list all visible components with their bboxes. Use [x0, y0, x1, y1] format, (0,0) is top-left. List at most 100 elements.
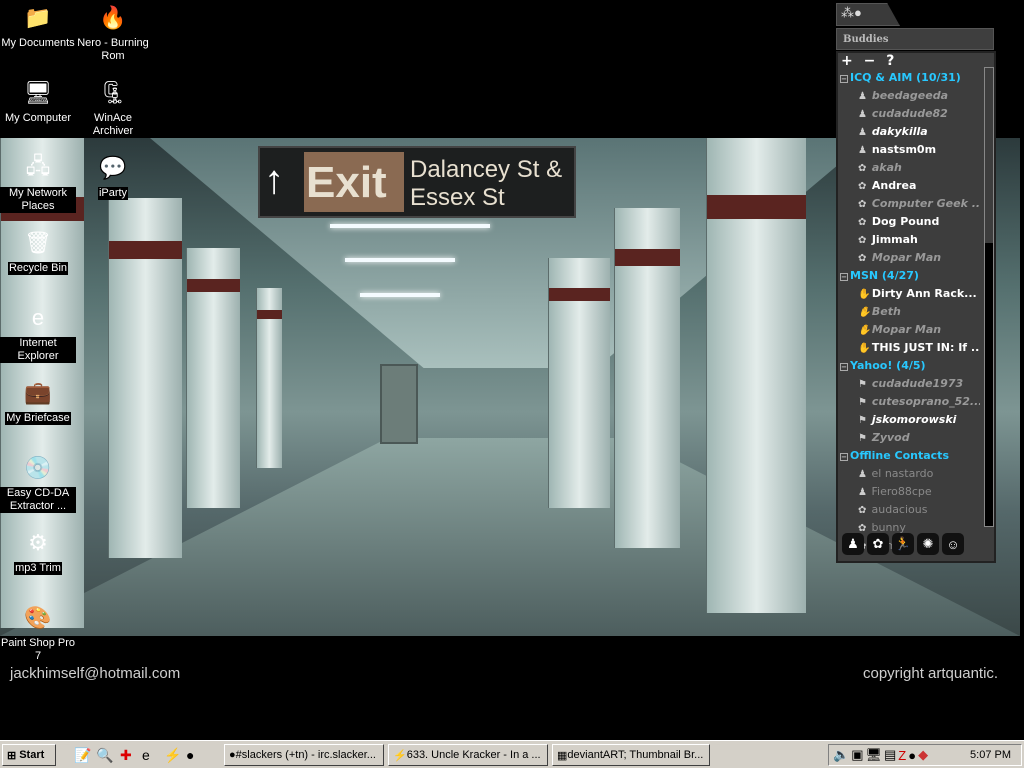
icq-status-icon: ✿ [858, 505, 867, 516]
pillar [256, 288, 282, 468]
buddies-tab[interactable]: Buddies [836, 28, 994, 50]
zonealarm-icon[interactable]: Z [898, 748, 906, 763]
yahoo-status-icon: ⚑ [858, 433, 867, 444]
aim-status-icon: ♟ [858, 127, 867, 138]
buddy-item[interactable]: ⚑ jskomorowski [840, 411, 980, 429]
aim-status-icon: ♟ [858, 487, 867, 498]
buddy-group[interactable]: − Yahoo! (4/5) [840, 357, 980, 375]
task-winamp[interactable]: ⚡ 633. Uncle Kracker - In a ... [388, 744, 548, 766]
scrollbar[interactable] [984, 67, 994, 527]
desktop-icon-nero[interactable]: 🔥 Nero - Burning Rom [75, 2, 151, 63]
wallpaper-copyright: copyright artquantic. [863, 665, 999, 682]
desktop-icon-internet-explorer[interactable]: e Internet Explorer [0, 302, 76, 363]
buddy-item[interactable]: ♟ cudadude82 [840, 105, 980, 123]
trillian-icon[interactable]: ● [186, 747, 194, 763]
buddy-item[interactable]: ⚑ Zyvod [840, 429, 980, 447]
aim-status-icon: ♟ [858, 145, 867, 156]
buddy-group[interactable]: − ICQ & AIM (10/31) [840, 69, 980, 87]
buddy-item[interactable]: ✋ THIS JUST IN: If ... [840, 339, 980, 357]
paint-shop-pro-icon: 🎨 [24, 605, 52, 630]
desktop-icon-paint-shop-pro[interactable]: 🎨 Paint Shop Pro 7 [0, 602, 76, 663]
buddy-group[interactable]: − MSN (4/27) [840, 267, 980, 285]
swiss-knife-icon[interactable]: ✚ [120, 747, 132, 764]
ceiling-light [330, 224, 490, 228]
buddy-item[interactable]: ♟ dakykilla [840, 123, 980, 141]
buddy-item[interactable]: ✿ Computer Geek ... [840, 195, 980, 213]
buddy-item[interactable]: ⚑ cudadude1973 [840, 375, 980, 393]
icq-status-icon: ✿ [858, 181, 867, 192]
buddy-item[interactable]: ♟ nastsm0m [840, 141, 980, 159]
trillian-logo-tab[interactable]: ⁂● [836, 3, 900, 26]
desktop-icon-recycle-bin[interactable]: 🗑 Recycle Bin [0, 227, 76, 275]
buddy-item[interactable]: ✋ Dirty Ann Rack... [840, 285, 980, 303]
buddy-item[interactable]: ✿ Jimmah [840, 231, 980, 249]
collapse-icon[interactable]: − [840, 363, 848, 371]
buddy-item[interactable]: ♟ el nastardo [840, 465, 980, 483]
desktop-icon-winace[interactable]: 🗜 WinAce Archiver [75, 77, 151, 138]
easy-cd-da-icon: 💿 [24, 455, 52, 480]
my-documents-icon: 📁 [24, 5, 52, 30]
windows-logo-icon: ⊞ [7, 749, 17, 762]
scrollbar-thumb[interactable] [985, 68, 993, 243]
winamp-icon: ⚡ [393, 749, 407, 762]
dragon-icon[interactable]: ◆ [918, 747, 928, 763]
desktop-icon-iparty[interactable]: 💬 iParty [75, 152, 151, 200]
buddy-group[interactable]: − Offline Contacts [840, 447, 980, 465]
pillar [548, 258, 610, 508]
my-computer-icon: 🖥 [24, 80, 52, 105]
desktop-icon-my-documents[interactable]: 📁 My Documents [0, 2, 76, 50]
monitor-icon[interactable]: 🖥 [865, 747, 882, 763]
icq-flower-button-icon[interactable]: ✺ [917, 533, 939, 555]
display-icon[interactable]: ▣ [851, 747, 863, 763]
buddy-list: − ICQ & AIM (10/31) ♟ beedageeda ♟ cudadude… [840, 69, 980, 555]
buddy-item[interactable]: ✿ akah [840, 159, 980, 177]
winamp-icon[interactable]: ⚡ [164, 747, 181, 764]
buddy-item[interactable]: ✋ Beth [840, 303, 980, 321]
desktop-icon-network-places[interactable]: 🖧 My Network Places [0, 152, 76, 213]
desktop-icon-easy-cd-da[interactable]: 💿 Easy CD-DA Extractor ... [0, 452, 76, 513]
buddy-item[interactable]: ✿ audacious [840, 501, 980, 519]
desktop-icon-mp3-trim[interactable]: ⚙ mp3 Trim [0, 527, 76, 575]
collapse-icon[interactable]: − [840, 75, 848, 83]
buddy-item[interactable]: ✿ Dog Pound [840, 213, 980, 231]
wallpaper-email: jackhimself@hotmail.com [10, 665, 181, 682]
buddy-item[interactable]: ✋ Mopar Man [840, 321, 980, 339]
scanner-icon[interactable]: ▤ [884, 747, 896, 763]
mp3-trim-icon: ⚙ [28, 530, 48, 555]
yahoo-button-icon[interactable]: ☺ [942, 533, 964, 555]
taskbar: ⊞ Start 📝 🔍 ✚ e ⚡ ● ● #slackers (+tn) - i… [0, 740, 1024, 768]
buddy-item[interactable]: ✿ Mopar Man [840, 249, 980, 267]
icq-status-icon: ✿ [858, 163, 867, 174]
pillar [186, 248, 240, 508]
clock[interactable]: 5:07 PM [970, 749, 1011, 761]
buddy-panel: + − ? − ICQ & AIM (10/31) ♟ beedageeda ♟ cu… [836, 51, 996, 563]
internet-explorer-icon[interactable]: e [142, 747, 150, 763]
task-browser[interactable]: ▦ deviantART; Thumbnail Br... [552, 744, 710, 766]
trillian-tray-icon[interactable]: ● [908, 748, 916, 763]
buddy-item[interactable]: ♟ beedageeda [840, 87, 980, 105]
collapse-icon[interactable]: − [840, 453, 848, 461]
search-icon[interactable]: 🔍 [96, 747, 113, 764]
aim-button-icon[interactable]: ♟ [842, 533, 864, 555]
notepad-icon[interactable]: 📝 [74, 747, 91, 764]
collapse-icon[interactable]: − [840, 273, 848, 281]
buddy-item[interactable]: ⚑ cutesoprano_52... [840, 393, 980, 411]
desktop-icon-my-computer[interactable]: 🖥 My Computer [0, 77, 76, 125]
msn-button-icon[interactable]: 🏃 [892, 533, 914, 555]
iparty-icon: 💬 [99, 155, 127, 180]
volume-icon[interactable]: 🔈 [833, 747, 849, 763]
aim-status-icon: ♟ [858, 469, 867, 480]
yahoo-status-icon: ⚑ [858, 415, 867, 426]
pillar [706, 138, 806, 613]
pillar [614, 208, 680, 548]
start-button[interactable]: ⊞ Start [2, 744, 56, 766]
icq-button-icon[interactable]: ✿ [867, 533, 889, 555]
exit-sign: ↑ Exit Dalancey St & Essex St [258, 146, 576, 218]
buddy-item[interactable]: ✿ Andrea [840, 177, 980, 195]
add-remove-help-buttons[interactable]: + − ? [841, 53, 897, 69]
buddy-item[interactable]: ♟ Fiero88cpe [840, 483, 980, 501]
desktop-icon-briefcase[interactable]: 💼 My Briefcase [0, 377, 76, 425]
network-buttons: ♟ ✿ 🏃 ✺ ☺ [842, 533, 964, 555]
task-irc[interactable]: ● #slackers (+tn) - irc.slacker... [224, 744, 384, 766]
nero-icon: 🔥 [99, 5, 127, 30]
